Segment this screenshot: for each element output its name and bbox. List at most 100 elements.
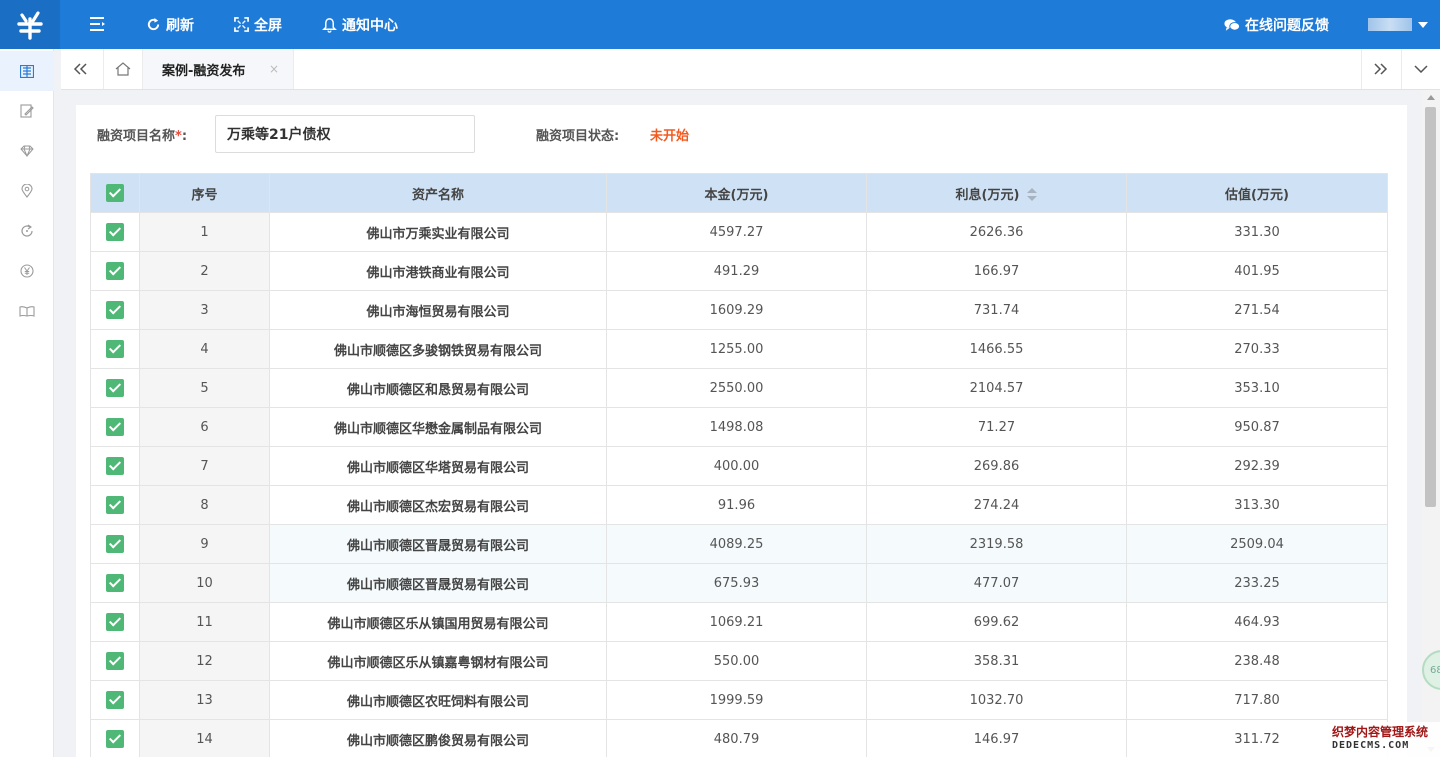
row-checkbox-cell[interactable] xyxy=(90,407,140,447)
row-index: 3 xyxy=(139,290,270,330)
table-row[interactable]: 7 佛山市顺德区华塔贸易有限公司 400.00 269.86 292.39 xyxy=(90,446,1388,486)
table-row[interactable]: 10 佛山市顺德区晋晟贸易有限公司 675.93 477.07 233.25 xyxy=(90,563,1388,603)
row-checkbox-cell[interactable] xyxy=(90,368,140,408)
sidebar-item-diamond[interactable] xyxy=(0,131,54,171)
checkbox-checked-icon[interactable] xyxy=(106,301,124,319)
row-interest: 274.24 xyxy=(866,485,1127,525)
tab-scroll-left-button[interactable] xyxy=(61,49,99,89)
checkbox-checked-icon[interactable] xyxy=(106,418,124,436)
row-checkbox-cell[interactable] xyxy=(90,719,140,757)
row-checkbox-cell[interactable] xyxy=(90,485,140,525)
row-checkbox-cell[interactable] xyxy=(90,212,140,252)
feedback-button[interactable]: 在线问题反馈 xyxy=(1224,0,1329,49)
table-row[interactable]: 11 佛山市顺德区乐从镇国用贸易有限公司 1069.21 699.62 464.93 xyxy=(90,602,1388,642)
sidebar-item-edit[interactable] xyxy=(0,91,54,131)
row-interest: 71.27 xyxy=(866,407,1127,447)
project-name-input[interactable] xyxy=(215,115,475,153)
watermark-line2: DEDECMS.COM xyxy=(1332,740,1410,751)
row-principal: 4089.25 xyxy=(606,524,867,564)
row-index: 13 xyxy=(139,680,270,720)
table-row[interactable]: 8 佛山市顺德区杰宏贸易有限公司 91.96 274.24 313.30 xyxy=(90,485,1388,525)
row-valuation: 401.95 xyxy=(1126,251,1388,291)
row-checkbox-cell[interactable] xyxy=(90,290,140,330)
checkbox-checked-icon[interactable] xyxy=(106,340,124,358)
row-principal: 550.00 xyxy=(606,641,867,681)
table-row[interactable]: 12 佛山市顺德区乐从镇嘉粤钢材有限公司 550.00 358.31 238.48 xyxy=(90,641,1388,681)
checkbox-checked-icon[interactable] xyxy=(106,496,124,514)
select-all-checkbox-cell[interactable] xyxy=(90,173,140,213)
table-row[interactable]: 3 佛山市海恒贸易有限公司 1609.29 731.74 271.54 xyxy=(90,290,1388,330)
scroll-up-icon[interactable] xyxy=(1427,95,1435,100)
tab-scroll-right-button[interactable] xyxy=(1361,49,1399,89)
tab-label: 案例-融资发布 xyxy=(162,63,246,79)
asset-table: 序号 资产名称 本金(万元) 利息(万元) 估值(万元) 1 佛山市万乘实业有限公… xyxy=(90,173,1388,757)
row-index: 7 xyxy=(139,446,270,486)
row-interest: 2319.58 xyxy=(866,524,1127,564)
header-principal: 本金(万元) xyxy=(606,173,867,213)
sort-icon[interactable] xyxy=(1027,188,1038,202)
checkbox-checked-icon[interactable] xyxy=(106,379,124,397)
row-valuation: 464.93 xyxy=(1126,602,1388,642)
checkbox-checked-icon[interactable] xyxy=(106,574,124,592)
row-principal: 400.00 xyxy=(606,446,867,486)
refresh-button[interactable]: 刷新 xyxy=(146,0,194,49)
edit-icon xyxy=(20,104,34,118)
watermark-line1: 织梦内容管理系统 xyxy=(1332,725,1429,739)
row-valuation: 2509.04 xyxy=(1126,524,1388,564)
row-checkbox-cell[interactable] xyxy=(90,563,140,603)
row-checkbox-cell[interactable] xyxy=(90,251,140,291)
menu-toggle-icon[interactable] xyxy=(90,17,106,31)
row-asset-name: 佛山市港铁商业有限公司 xyxy=(269,251,607,291)
checkbox-checked-icon[interactable] xyxy=(106,535,124,553)
table-row[interactable]: 2 佛山市港铁商业有限公司 491.29 166.97 401.95 xyxy=(90,251,1388,291)
row-interest: 358.31 xyxy=(866,641,1127,681)
checkbox-checked-icon[interactable] xyxy=(106,262,124,280)
table-row[interactable]: 5 佛山市顺德区和恳贸易有限公司 2550.00 2104.57 353.10 xyxy=(90,368,1388,408)
tab-close-icon[interactable]: × xyxy=(269,62,279,76)
row-checkbox-cell[interactable] xyxy=(90,641,140,681)
table-row[interactable]: 14 佛山市顺德区鹏俊贸易有限公司 480.79 146.97 311.72 xyxy=(90,719,1388,757)
table-row[interactable]: 1 佛山市万乘实业有限公司 4597.27 2626.36 331.30 xyxy=(90,212,1388,252)
checkbox-checked-icon[interactable] xyxy=(106,223,124,241)
sidebar-item-location[interactable] xyxy=(0,171,54,211)
tab-financing-release[interactable]: 案例-融资发布 × xyxy=(143,49,294,89)
double-right-icon xyxy=(1373,63,1387,75)
chevron-down-icon xyxy=(1413,65,1428,73)
header-valuation: 估值(万元) xyxy=(1126,173,1388,213)
sidebar-item-sync[interactable] xyxy=(0,211,54,251)
tab-bar: 案例-融资发布 × xyxy=(61,49,1440,90)
checkbox-checked-icon[interactable] xyxy=(106,184,124,202)
notification-center-button[interactable]: 通知中心 xyxy=(322,0,398,49)
checkbox-checked-icon[interactable] xyxy=(106,691,124,709)
row-checkbox-cell[interactable] xyxy=(90,524,140,564)
table-row[interactable]: 9 佛山市顺德区晋晟贸易有限公司 4089.25 2319.58 2509.04 xyxy=(90,524,1388,564)
tab-home[interactable] xyxy=(103,49,143,89)
table-row[interactable]: 4 佛山市顺德区多骏钢铁贸易有限公司 1255.00 1466.55 270.33 xyxy=(90,329,1388,369)
checkbox-checked-icon[interactable] xyxy=(106,457,124,475)
row-checkbox-cell[interactable] xyxy=(90,602,140,642)
checkbox-checked-icon[interactable] xyxy=(106,652,124,670)
row-checkbox-cell[interactable] xyxy=(90,680,140,720)
scrollbar-thumb[interactable] xyxy=(1425,107,1436,507)
project-status-label: 融资项目状态: xyxy=(536,129,620,144)
table-row[interactable]: 6 佛山市顺德区华懋金属制品有限公司 1498.08 71.27 950.87 xyxy=(90,407,1388,447)
row-checkbox-cell[interactable] xyxy=(90,329,140,369)
row-valuation: 292.39 xyxy=(1126,446,1388,486)
row-interest: 2104.57 xyxy=(866,368,1127,408)
sidebar-item-book[interactable] xyxy=(0,51,54,91)
sidebar-item-finance[interactable] xyxy=(0,251,54,291)
tab-options-button[interactable] xyxy=(1401,49,1439,89)
header-interest[interactable]: 利息(万元) xyxy=(866,173,1127,213)
project-status-value: 未开始 xyxy=(650,129,690,144)
row-asset-name: 佛山市顺德区多骏钢铁贸易有限公司 xyxy=(269,329,607,369)
sidebar-item-docs[interactable] xyxy=(0,291,54,331)
row-interest: 699.62 xyxy=(866,602,1127,642)
checkbox-checked-icon[interactable] xyxy=(106,730,124,748)
logo-icon[interactable] xyxy=(0,0,60,49)
checkbox-checked-icon[interactable] xyxy=(106,613,124,631)
user-menu[interactable] xyxy=(1368,0,1428,49)
watermark: 织梦内容管理系统 DEDECMS.COM xyxy=(1328,722,1440,757)
table-row[interactable]: 13 佛山市顺德区农旺饲料有限公司 1999.59 1032.70 717.80 xyxy=(90,680,1388,720)
row-checkbox-cell[interactable] xyxy=(90,446,140,486)
fullscreen-button[interactable]: 全屏 xyxy=(234,0,282,49)
